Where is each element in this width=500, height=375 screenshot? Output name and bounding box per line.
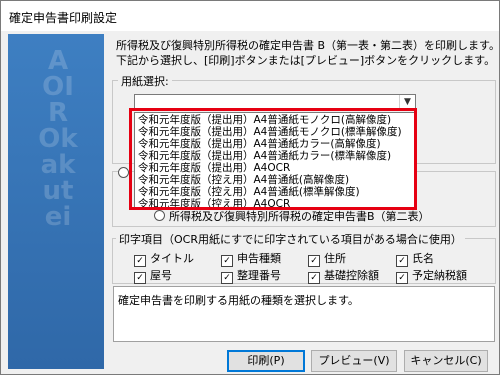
radio-button-hidden[interactable]: [118, 167, 129, 178]
checkbox-label: 屋号: [150, 269, 172, 282]
checkbox-check-icon[interactable]: ✓: [396, 255, 408, 267]
paper-select-label: 用紙選択:: [118, 73, 172, 89]
checkbox-check-icon[interactable]: ✓: [308, 272, 320, 284]
side-panel-watermark: AOIROkakutei: [38, 46, 78, 232]
intro-line-2: 下記から選択し、[印刷]ボタンまたは[プレビュー]ボタンをクリックします。: [116, 54, 496, 67]
cancel-button[interactable]: キャンセル(C): [404, 350, 488, 372]
intro-text: 所得税及び復興特別所得税の確定申告書 B（第一表・第二表）を印刷します。 下記か…: [116, 38, 500, 68]
checkbox-address[interactable]: ✓ 住所: [308, 250, 346, 267]
title-bar[interactable]: 確定申告書印刷設定: [1, 1, 499, 31]
checkbox-label: 整理番号: [237, 269, 281, 282]
checkbox-check-icon[interactable]: ✓: [396, 272, 408, 284]
checkbox-filing-type[interactable]: ✓ 申告種類: [221, 250, 281, 267]
radio-circle[interactable]: [154, 210, 165, 221]
checkbox-label: 申告種類: [237, 252, 281, 265]
checkbox-check-icon[interactable]: ✓: [221, 272, 233, 284]
side-panel: AOIROkakutei: [8, 34, 104, 369]
checkbox-label: タイトル: [150, 252, 194, 265]
checkbox-label: 予定納税額: [412, 269, 467, 282]
checkbox-check-icon[interactable]: ✓: [221, 255, 233, 267]
preview-button[interactable]: プレビュー(V): [311, 350, 397, 372]
dialog-window: 確定申告書印刷設定 AOIROkakutei 所得税及び復興特別所得税の確定申告…: [0, 0, 500, 375]
description-text: 確定申告書を印刷する用紙の種類を選択します。: [118, 294, 359, 307]
checkbox-label: 住所: [324, 252, 346, 265]
radio-option-label: 所得税及び復興特別所得税の確定申告書B（第二表）: [169, 210, 430, 223]
intro-line-1: 所得税及び復興特別所得税の確定申告書 B（第一表・第二表）を印刷します。: [116, 39, 500, 52]
checkbox-label: 氏名: [412, 252, 434, 265]
checkbox-basic-deduction[interactable]: ✓ 基礎控除額: [308, 267, 379, 284]
checkbox-scheduled-tax[interactable]: ✓ 予定納税額: [396, 267, 467, 284]
checkbox-label: 基礎控除額: [324, 269, 379, 282]
highlight-frame: [129, 108, 417, 210]
checkbox-title[interactable]: ✓ タイトル: [134, 250, 194, 267]
checkbox-check-icon[interactable]: ✓: [134, 272, 146, 284]
checkbox-trade-name[interactable]: ✓ 屋号: [134, 267, 172, 284]
radio-option-table2[interactable]: 所得税及び復興特別所得税の確定申告書B（第二表）: [154, 208, 430, 224]
description-box: 確定申告書を印刷する用紙の種類を選択します。: [113, 286, 495, 342]
window-title: 確定申告書印刷設定: [9, 11, 118, 25]
print-button[interactable]: 印刷(P): [227, 350, 305, 372]
checkbox-reference-number[interactable]: ✓ 整理番号: [221, 267, 281, 284]
checkbox-check-icon[interactable]: ✓: [134, 255, 146, 267]
print-items-label: 印字項目（OCR用紙にすでに印字されている項目がある場合に使用）: [116, 231, 465, 247]
checkbox-name[interactable]: ✓ 氏名: [396, 250, 434, 267]
checkbox-check-icon[interactable]: ✓: [308, 255, 320, 267]
